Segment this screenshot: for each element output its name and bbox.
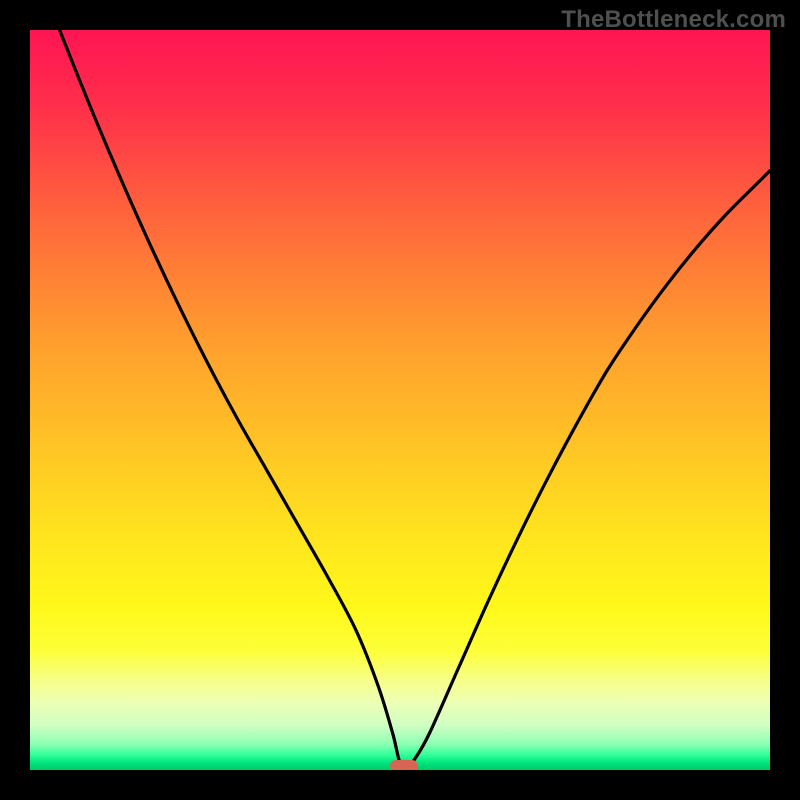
bottleneck-curve	[30, 30, 770, 770]
watermark-text: TheBottleneck.com	[561, 6, 786, 34]
optimal-point-marker	[390, 760, 418, 770]
curve-path	[60, 30, 770, 767]
chart-frame: TheBottleneck.com	[0, 0, 800, 800]
plot-area	[30, 30, 770, 770]
